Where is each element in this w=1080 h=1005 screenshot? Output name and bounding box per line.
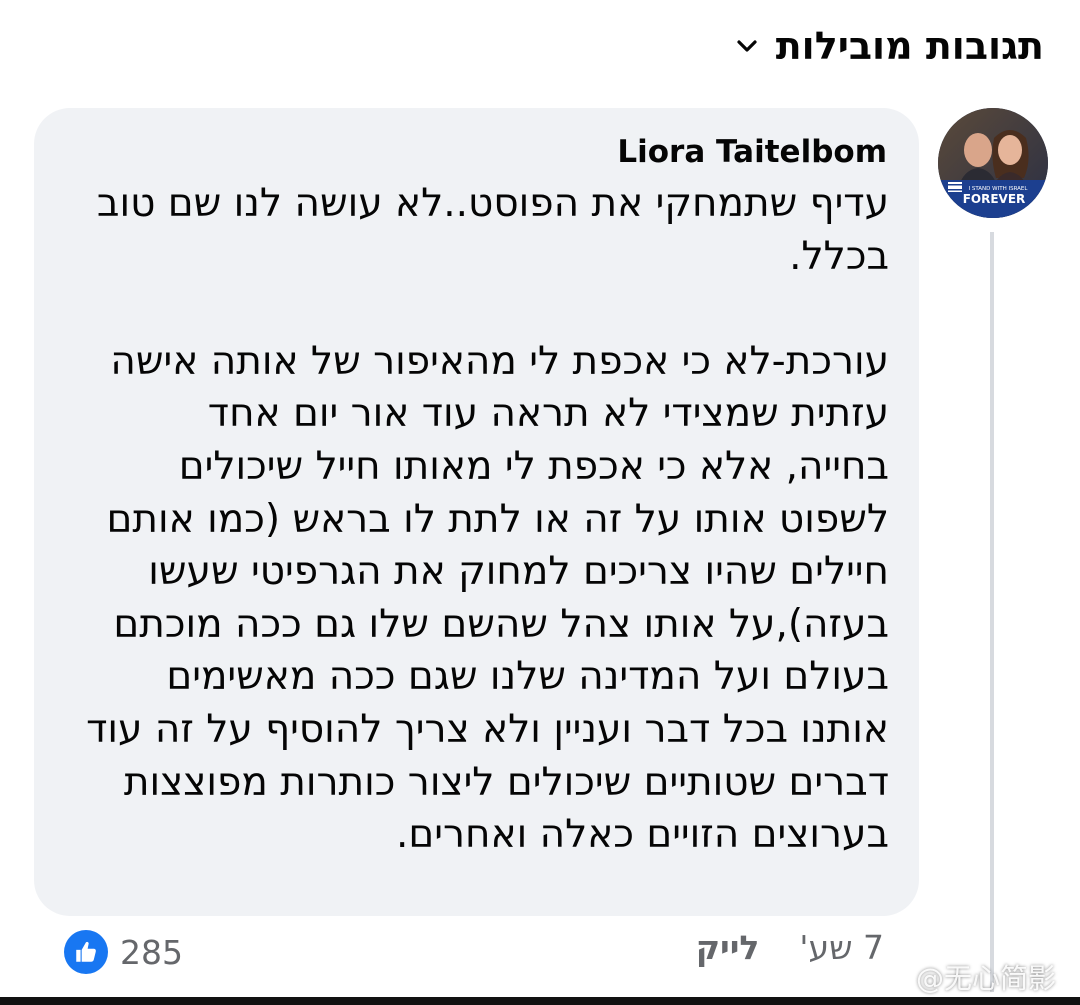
comment-line: עדיף שתמחקי את הפוסט..לא עושה לנו שם טוב	[96, 181, 889, 226]
avatar[interactable]: I STAND WITH ISRAEL FOREVER	[938, 108, 1048, 218]
comment-line: עזתית שמצידי לא תראה עוד אור יום אחד	[207, 391, 889, 437]
comment-line: בכלל.	[789, 233, 889, 279]
bottom-edge	[0, 997, 1080, 1005]
comment-line: לשפוט אותו על זה או לתת לו בראש (כמו אות…	[106, 496, 890, 542]
sort-label: תגובות מובילות	[775, 24, 1044, 68]
watermark: @无心简影	[880, 957, 1056, 997]
comment-screenshot: תגובות מובילות I STAND WITH ISRAEL FOREV…	[0, 0, 1080, 1005]
watermark-text: @无心简影	[915, 962, 1056, 995]
comment-line-blank	[62, 283, 889, 336]
comment-bubble: Liora Taitelbom עדיף שתמחקי את הפוסט..לא…	[34, 108, 919, 916]
comment-timestamp[interactable]: 7 שע'	[799, 928, 884, 967]
like-button[interactable]: לייק	[696, 928, 760, 967]
comment-line: חיילים שהיו צריכים למחוק את הגרפיטי שעשו	[148, 549, 889, 595]
badge-line2: FOREVER	[963, 192, 1026, 206]
comment-author[interactable]: Liora Taitelbom	[62, 126, 889, 178]
comment-line: אותנו בכל דבר ועניין ולא צריך להוסיף על …	[86, 706, 889, 752]
comment-line: דברים שטותיים שיכולים ליצור כותרות מפוצצ…	[123, 759, 889, 805]
comment-line: בעזה),על אותו צהל שהשם שלו גם ככה מוכתם	[113, 601, 889, 647]
chevron-down-icon	[736, 35, 758, 57]
thumbs-up-icon	[64, 930, 108, 974]
reaction-count: 285	[120, 932, 183, 972]
comment-sort-dropdown[interactable]: תגובות מובילות	[736, 20, 1044, 72]
comment-footer: 285 7 שע' לייק	[64, 926, 884, 978]
comment-actions: 7 שע' לייק	[696, 928, 884, 967]
comment-line: בחייה, אלא כי אכפת לי מאותו חייל שיכולים	[178, 443, 889, 489]
comment-text: עדיף שתמחקי את הפוסט..לא עושה לנו שם טוב…	[62, 178, 889, 862]
thread-line	[990, 232, 994, 992]
reaction-summary[interactable]: 285	[64, 930, 183, 974]
comment-line: בעולם ועל המדינה שלנו שגם ככה מאשימים	[166, 654, 889, 700]
comment-line: בערוצים הזויים כאלה ואחרים.	[396, 812, 889, 858]
comment-line: עורכת-לא כי אכפת לי מהאיפור של אותה אישה	[110, 338, 889, 384]
weibo-icon	[880, 966, 909, 990]
